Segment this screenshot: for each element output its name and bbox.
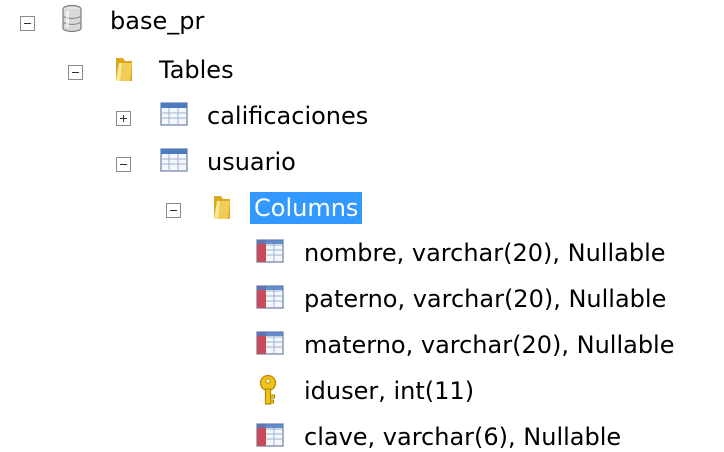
- column-icon: [256, 421, 284, 451]
- expand-toggle[interactable]: [116, 111, 131, 126]
- table-label: calificaciones: [207, 102, 369, 130]
- column-icon: [256, 237, 284, 267]
- table-label: usuario: [207, 148, 296, 176]
- tree-node-column-key[interactable]: iduser, int(11): [0, 372, 500, 412]
- column-label: iduser, int(11): [304, 377, 475, 405]
- column-label: paterno, varchar(20), Nullable: [304, 285, 667, 313]
- folder-icon: [112, 54, 140, 84]
- tree-node-table[interactable]: calificaciones: [0, 97, 400, 137]
- tree-node-column[interactable]: paterno, varchar(20), Nullable: [0, 280, 724, 320]
- collapse-toggle[interactable]: [116, 157, 131, 172]
- columns-folder-label: Columns: [250, 192, 363, 224]
- database-icon: [60, 4, 88, 34]
- column-icon: [256, 283, 284, 313]
- folder-icon: [210, 192, 238, 222]
- tree-node-column[interactable]: clave, varchar(6), Nullable: [0, 418, 724, 452]
- column-icon: [256, 329, 284, 359]
- collapse-toggle[interactable]: [20, 16, 35, 31]
- collapse-toggle[interactable]: [68, 65, 83, 80]
- tree-node-database[interactable]: base_pr: [0, 2, 220, 42]
- key-icon: [256, 374, 284, 405]
- column-label: clave, varchar(6), Nullable: [304, 423, 622, 451]
- table-icon: [160, 146, 188, 176]
- tree-node-tables-folder[interactable]: Tables: [0, 51, 260, 91]
- column-label: materno, varchar(20), Nullable: [304, 331, 675, 359]
- table-icon: [160, 100, 188, 130]
- column-label: nombre, varchar(20), Nullable: [304, 239, 666, 267]
- database-label: base_pr: [110, 7, 205, 35]
- tree-node-column[interactable]: materno, varchar(20), Nullable: [0, 326, 724, 366]
- tree-node-column[interactable]: nombre, varchar(20), Nullable: [0, 234, 724, 274]
- tree-node-table[interactable]: usuario: [0, 143, 340, 183]
- tree-node-columns-folder[interactable]: Columns: [0, 189, 400, 229]
- collapse-toggle[interactable]: [166, 203, 181, 218]
- tables-folder-label: Tables: [159, 56, 234, 84]
